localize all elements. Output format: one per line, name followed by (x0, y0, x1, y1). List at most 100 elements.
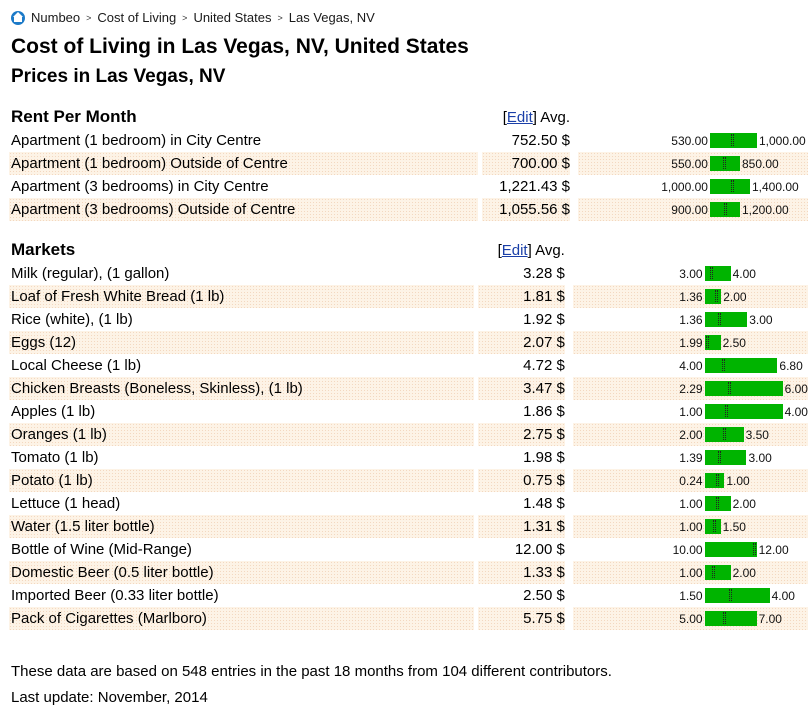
range-low: 1.50 (679, 588, 703, 603)
item-name: Local Cheese (1 lb) (11, 357, 142, 374)
item-name: Tomato (1 lb) (11, 449, 99, 466)
avg-marker (722, 612, 726, 624)
table-row: Pack of Cigarettes (Marlboro) 5.75 $ 5.00 7… (9, 607, 808, 630)
item-name: Imported Beer (0.33 liter bottle) (11, 587, 219, 604)
price-range: 2.00 3.50 (572, 423, 808, 446)
range-bar (704, 588, 770, 603)
price-range: 550.00 850.00 (577, 152, 808, 175)
range-high: 12.00 (758, 542, 789, 557)
price-range: 2.29 6.00 (572, 377, 808, 400)
range-bar (704, 335, 721, 350)
table-row: Tomato (1 lb) 1.98 $ 1.39 3.00 (9, 446, 808, 469)
avg-marker (713, 520, 717, 532)
item-avg-price: 4.72 $ (523, 357, 565, 374)
breadcrumb-united-states[interactable]: United States (193, 10, 271, 25)
table-row: Oranges (1 lb) 2.75 $ 2.00 3.50 (9, 423, 808, 446)
range-high: 3.50 (745, 427, 769, 442)
table-row: Bottle of Wine (Mid-Range) 12.00 $ 10.00 12… (9, 538, 808, 561)
home-icon[interactable] (11, 10, 25, 25)
avg-marker (729, 589, 733, 601)
price-range: 4.00 6.80 (573, 354, 808, 377)
table-row: Apartment (1 bedroom) in City Centre 752.… (9, 129, 808, 152)
avg-marker (725, 405, 729, 417)
item-name: Apples (1 lb) (11, 403, 96, 420)
avg-header: [Edit] Avg. (502, 108, 571, 126)
item-avg-price: 1.48 $ (523, 495, 565, 512)
range-low: 550.00 (671, 156, 708, 171)
item-avg-price: 1,055.56 $ (482, 198, 571, 221)
range-high: 1,000.00 (758, 133, 806, 148)
range-low: 3.00 (679, 266, 703, 281)
item-name: Domestic Beer (0.5 liter bottle) (9, 561, 474, 584)
item-name: Loaf of Fresh White Bread (1 lb) (9, 285, 474, 308)
price-range: 1.00 2.00 (573, 492, 808, 515)
item-name: Water (1.5 liter bottle) (9, 515, 474, 538)
markets-table: Markets [Edit] Avg. Milk (regular), (1 gal… (9, 238, 808, 630)
avg-marker (721, 359, 725, 371)
item-avg-price: 1.92 $ (523, 311, 565, 328)
range-low: 900.00 (671, 202, 708, 217)
avg-label: Avg. (540, 108, 571, 126)
range-bar (709, 133, 757, 148)
range-high: 6.80 (779, 358, 803, 373)
avg-marker (722, 428, 726, 440)
page-subtitle: Prices in Las Vegas, NV (11, 66, 226, 87)
avg-marker (724, 203, 728, 215)
table-row: Eggs (12) 2.07 $ 1.99 2.50 (9, 331, 808, 354)
table-row: Local Cheese (1 lb) 4.72 $ 4.00 6.80 (9, 354, 808, 377)
range-high: 4.00 (732, 266, 756, 281)
item-avg-price: 1,221.43 $ (499, 178, 571, 195)
range-low: 1.36 (679, 312, 703, 327)
range-high: 2.00 (732, 565, 756, 580)
breadcrumb-las-vegas[interactable]: Las Vegas, NV (289, 10, 375, 25)
range-low: 4.00 (679, 358, 703, 373)
avg-marker (727, 382, 731, 394)
item-name: Pack of Cigarettes (Marlboro) (9, 607, 474, 630)
table-row: Water (1.5 liter bottle) 1.31 $ 1.00 1.50 (9, 515, 808, 538)
avg-marker (705, 336, 709, 348)
item-avg-price: 700.00 $ (482, 152, 571, 175)
avg-marker (714, 290, 718, 302)
edit-link[interactable]: Edit (507, 109, 533, 126)
range-low: 1.36 (679, 289, 703, 304)
price-range: 1.00 4.00 (573, 400, 808, 423)
range-bar (709, 179, 750, 194)
range-bar (704, 473, 725, 488)
breadcrumb-cost-of-living[interactable]: Cost of Living (97, 10, 176, 25)
range-bar (704, 427, 744, 442)
breadcrumb-separator: > (182, 12, 188, 23)
price-range: 3.00 4.00 (573, 262, 808, 285)
section-title: Markets (11, 240, 76, 259)
breadcrumb-separator: > (86, 12, 92, 23)
avg-label: Avg. (535, 241, 565, 259)
range-bar (709, 202, 740, 217)
range-high: 1.50 (722, 519, 746, 534)
edit-link[interactable]: Edit (502, 242, 528, 259)
item-avg-price: 1.98 $ (523, 449, 565, 466)
range-low: 1.99 (679, 335, 703, 350)
price-range: 5.00 7.00 (572, 607, 808, 630)
breadcrumb-numbeo[interactable]: Numbeo (31, 10, 80, 25)
range-bar (704, 611, 757, 626)
item-avg-price: 1.33 $ (477, 561, 565, 584)
item-avg-price: 1.86 $ (523, 403, 565, 420)
item-name: Apartment (3 bedrooms) in City Centre (11, 178, 269, 195)
range-bar (704, 542, 757, 557)
item-avg-price: 3.47 $ (477, 377, 565, 400)
range-bar (704, 565, 731, 580)
item-avg-price: 2.50 $ (523, 587, 565, 604)
price-range: 530.00 1,000.00 (578, 129, 808, 152)
last-update: Last update: November, 2014 (11, 689, 208, 706)
item-avg-price: 1.81 $ (477, 285, 565, 308)
avg-marker (717, 313, 721, 325)
range-high: 4.00 (784, 404, 808, 419)
item-avg-price: 5.75 $ (477, 607, 565, 630)
avg-marker (715, 497, 719, 509)
item-avg-price: 12.00 $ (514, 541, 565, 558)
range-low: 1.39 (679, 450, 703, 465)
section-header: Rent Per Month [Edit] Avg. (9, 105, 808, 129)
range-low: 1.00 (679, 404, 703, 419)
item-name: Eggs (12) (9, 331, 474, 354)
section-header: Markets [Edit] Avg. (9, 238, 808, 262)
item-name: Lettuce (1 head) (11, 495, 121, 512)
